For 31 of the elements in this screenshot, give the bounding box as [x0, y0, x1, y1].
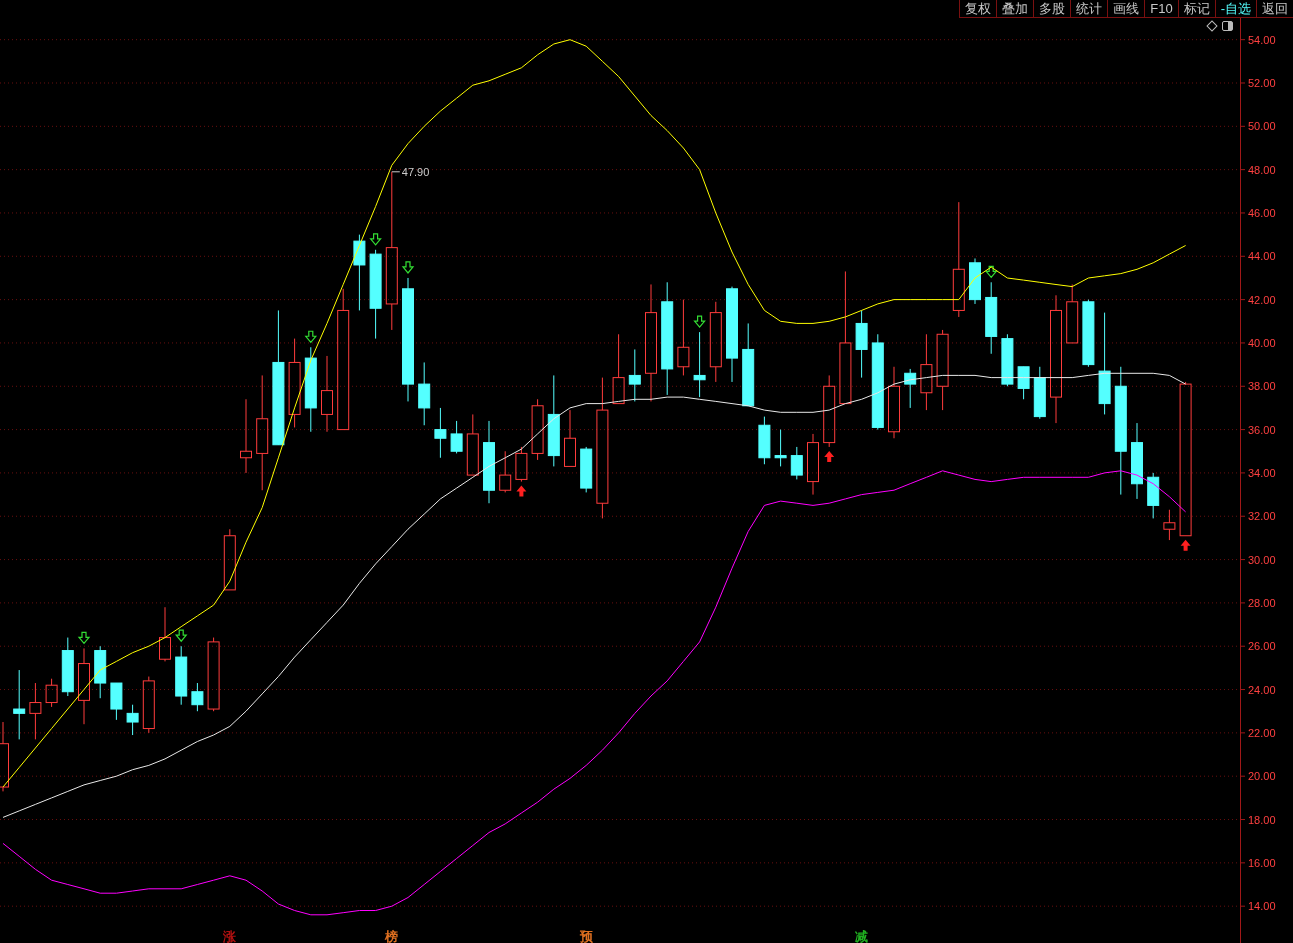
axis-label: 20.00 [1248, 770, 1276, 783]
candlestick [78, 647, 90, 725]
candlestick [823, 374, 836, 448]
axis-label: 50.00 [1248, 120, 1276, 133]
axis-label: 44.00 [1248, 250, 1276, 263]
axis-label: 52.00 [1248, 77, 1276, 89]
axis-label: 16.00 [1248, 856, 1276, 869]
axis-label: 34.00 [1248, 466, 1276, 479]
event-marker: 榜 [385, 929, 399, 943]
axis-label: 26.00 [1248, 640, 1276, 653]
axis-label: 36.00 [1248, 423, 1276, 436]
axis-label: 28.00 [1248, 596, 1276, 609]
axis-label: 38.00 [1248, 380, 1276, 393]
axis-label: 22.00 [1248, 726, 1276, 739]
axis-label: 48.00 [1248, 163, 1276, 176]
candlestick [693, 331, 706, 398]
axis-label: 24.00 [1248, 683, 1276, 696]
axis-label: 54.00 [1248, 33, 1276, 46]
high-price-label: 47.90 [401, 165, 430, 178]
axis-label: 30.00 [1248, 553, 1276, 566]
event-marker: 减 [855, 929, 869, 943]
axis-label: 18.00 [1248, 813, 1276, 826]
axis-label: 46.00 [1248, 206, 1276, 219]
event-marker: 涨 [223, 929, 237, 943]
axis-label: 40.00 [1248, 336, 1276, 349]
axis-label: 14.00 [1248, 900, 1276, 913]
panel-toggle-icon[interactable] [1222, 21, 1233, 31]
event-marker: 预 [579, 929, 593, 943]
axis-label: 32.00 [1248, 510, 1276, 523]
leader-line [391, 171, 401, 173]
axis-label: 42.00 [1248, 293, 1276, 306]
